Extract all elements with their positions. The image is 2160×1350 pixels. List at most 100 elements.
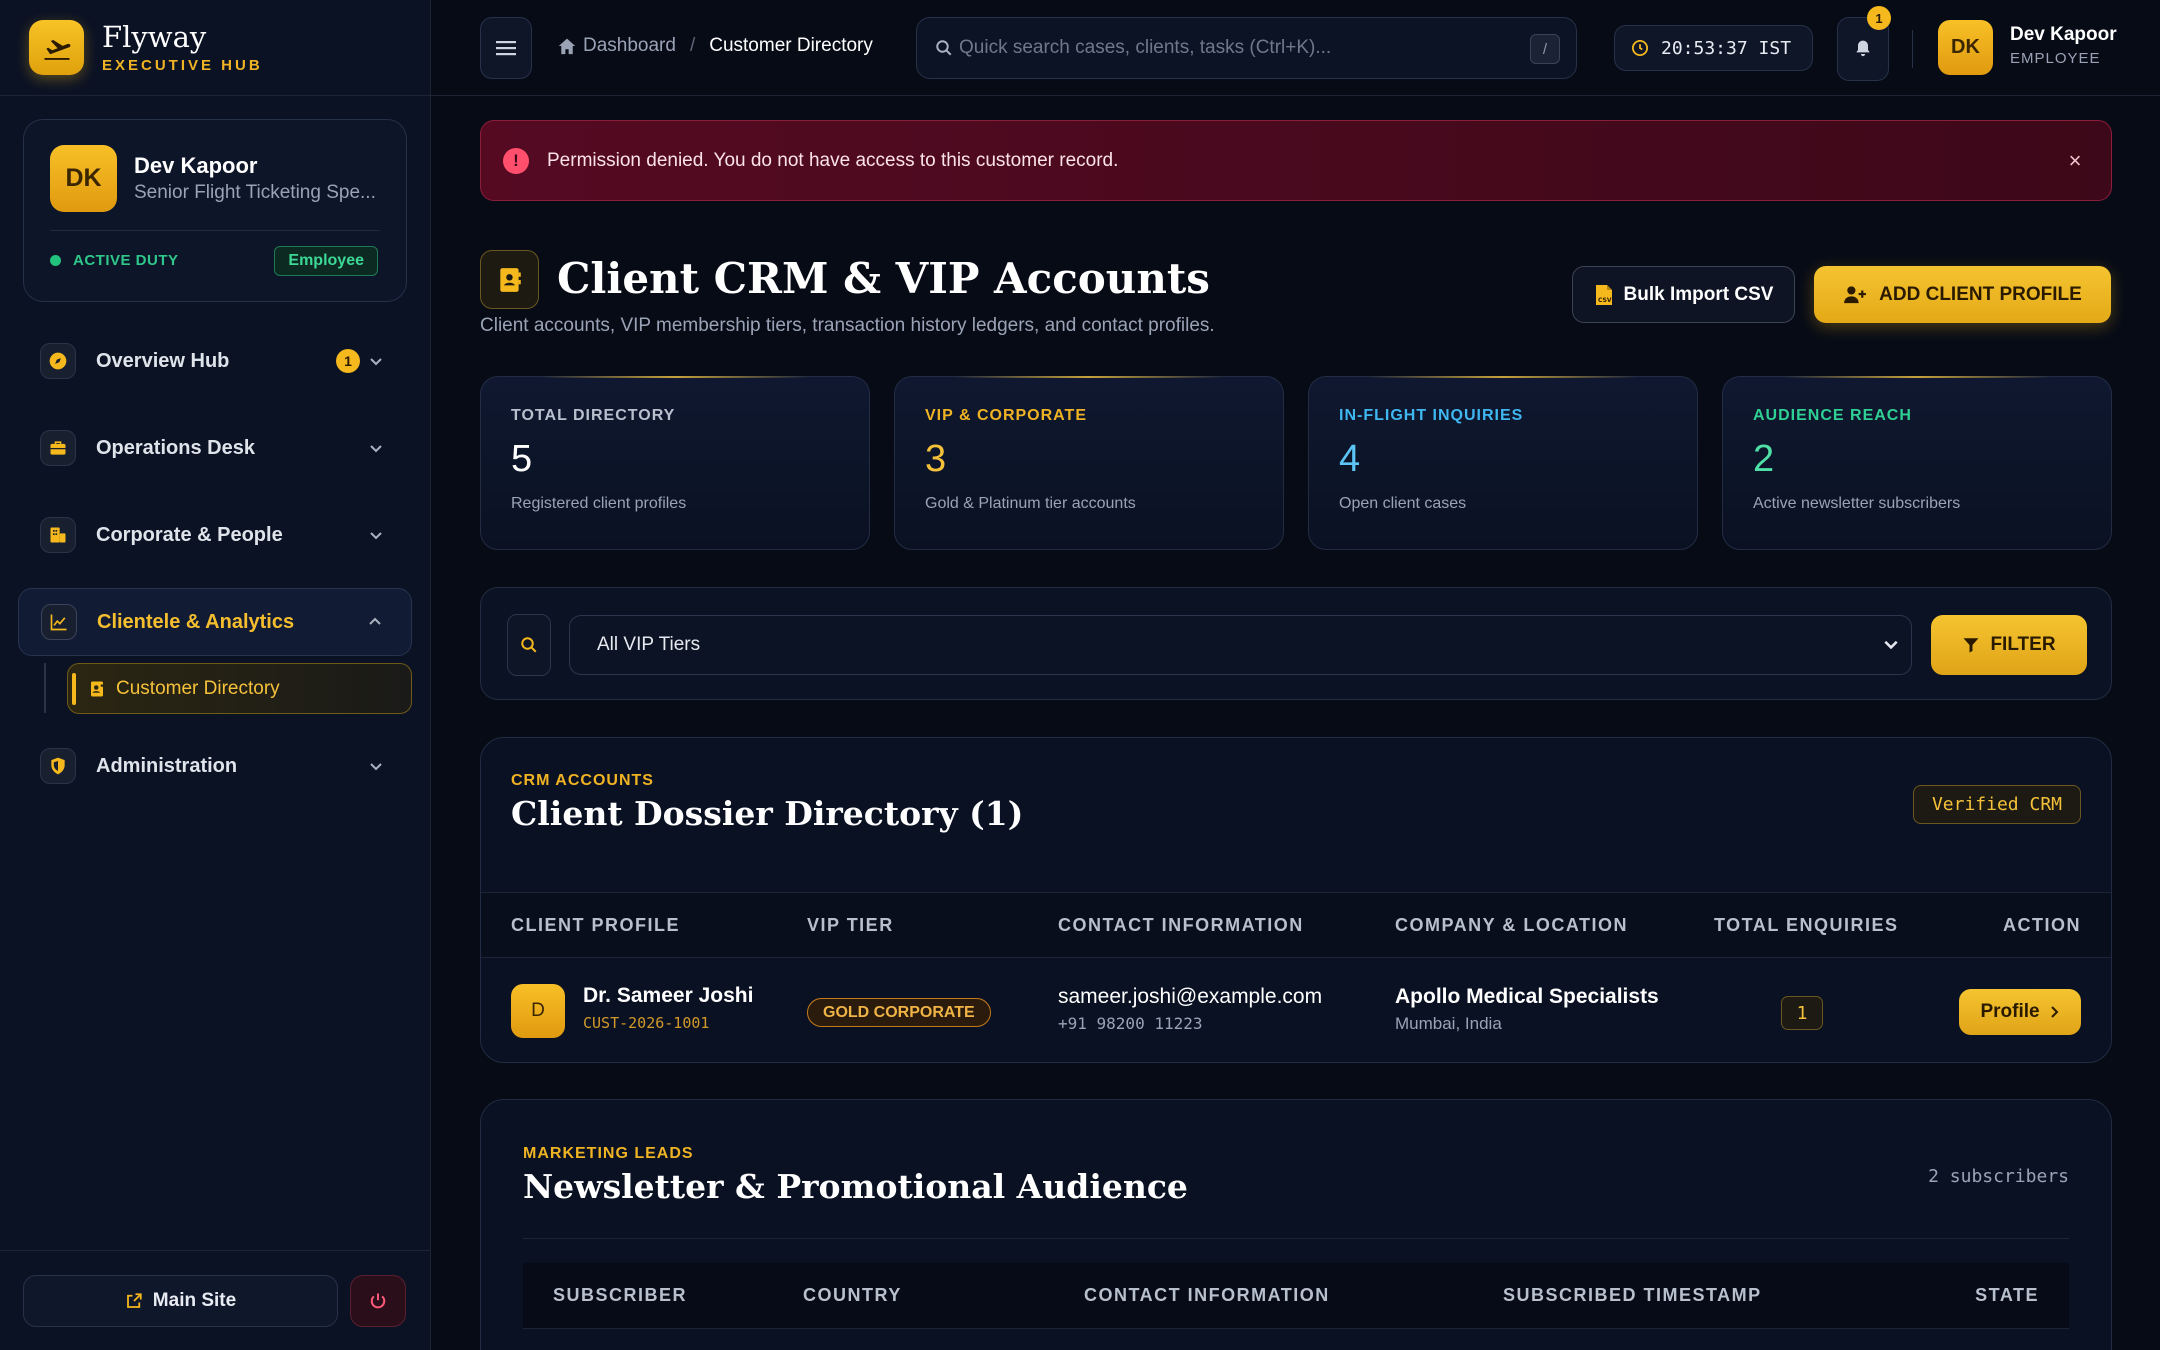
- page-title: Client CRM & VIP Accounts: [557, 254, 1210, 303]
- nav-item-operations-desk[interactable]: Operations Desk: [18, 414, 412, 482]
- filter-button[interactable]: FILTER: [1931, 615, 2087, 675]
- verified-crm-badge: Verified CRM: [1912, 785, 2081, 824]
- csv-file-icon: CSV: [1594, 284, 1614, 306]
- brand[interactable]: Flyway EXECUTIVE HUB: [0, 0, 430, 96]
- divider: [523, 1238, 2069, 1239]
- table-header: CLIENT PROFILE VIP TIER CONTACT INFORMAT…: [481, 892, 2111, 958]
- alert-circle-icon: !: [503, 147, 529, 174]
- alert-message: Permission denied. You do not have acces…: [547, 149, 1119, 171]
- bulk-import-label: Bulk Import CSV: [1623, 283, 1774, 305]
- client-name: Dr. Sameer Joshi: [583, 984, 754, 1007]
- search-icon: [935, 39, 953, 57]
- chevron-down-icon: [364, 754, 388, 778]
- client-company: Apollo Medical Specialists: [1395, 985, 1659, 1008]
- sidebar-item-customer-directory[interactable]: Customer Directory: [67, 663, 412, 714]
- stat-label: TOTAL DIRECTORY: [511, 407, 676, 424]
- shield-icon: [40, 748, 76, 784]
- divider: [50, 230, 380, 231]
- client-email: sameer.joshi@example.com: [1058, 985, 1323, 1008]
- nav-badge: 1: [336, 349, 360, 373]
- nav-item-administration[interactable]: Administration: [18, 732, 412, 800]
- client-location: Mumbai, India: [1395, 1014, 1502, 1033]
- stat-description: Open client cases: [1339, 495, 1467, 512]
- building-icon: [40, 517, 76, 553]
- column-header: CLIENT PROFILE: [511, 915, 680, 935]
- column-header: SUBSCRIBER: [553, 1285, 688, 1305]
- briefcase-icon: [40, 430, 76, 466]
- compass-icon: [40, 343, 76, 379]
- vip-tier-badge: GOLD CORPORATE: [807, 998, 991, 1027]
- breadcrumb: Dashboard / Customer Directory: [557, 35, 873, 57]
- view-profile-button[interactable]: Profile: [1959, 989, 2081, 1035]
- table-header: SUBSCRIBER COUNTRY CONTACT INFORMATION S…: [523, 1263, 2069, 1329]
- nav-item-clientele-analytics[interactable]: Clientele & Analytics: [18, 588, 412, 656]
- stat-label: IN-FLIGHT INQUIRIES: [1339, 407, 1524, 424]
- column-header: CONTACT INFORMATION: [1084, 1285, 1330, 1305]
- nav-item-label: Corporate & People: [96, 523, 283, 546]
- chevron-down-icon: [1883, 636, 1899, 658]
- column-header: SUBSCRIBED TIMESTAMP: [1503, 1285, 1762, 1305]
- enquiry-count-badge: 1: [1781, 996, 1823, 1030]
- column-header: VIP TIER: [807, 915, 894, 935]
- user-avatar[interactable]: DK: [1938, 20, 1993, 75]
- sidebar: Flyway EXECUTIVE HUB DK Dev Kapoor Senio…: [0, 0, 431, 1350]
- status-dot-icon: [50, 255, 61, 266]
- logout-button[interactable]: [350, 1275, 406, 1327]
- external-link-icon: [125, 1292, 143, 1310]
- hamburger-icon: [496, 40, 516, 56]
- brand-subtitle: EXECUTIVE HUB: [102, 57, 263, 74]
- nav-item-overview-hub[interactable]: Overview Hub 1: [18, 327, 412, 395]
- profile-card: DK Dev Kapoor Senior Flight Ticketing Sp…: [23, 119, 407, 302]
- add-client-profile-button[interactable]: ADD CLIENT PROFILE: [1814, 266, 2111, 323]
- duty-status: ACTIVE DUTY: [50, 252, 179, 269]
- filter-search-button[interactable]: [507, 614, 551, 676]
- main-site-button[interactable]: Main Site: [23, 1275, 338, 1327]
- client-directory-card: CRM ACCOUNTS Client Dossier Directory (1…: [480, 737, 2112, 1063]
- search-icon: [520, 636, 538, 654]
- filter-button-label: FILTER: [1990, 634, 2056, 655]
- top-header: Dashboard / Customer Directory Quick sea…: [431, 0, 2160, 96]
- stat-value: 3: [925, 438, 947, 480]
- avatar: DK: [50, 145, 117, 212]
- submenu-guide-line: [44, 663, 46, 713]
- stat-value: 2: [1753, 438, 1775, 480]
- nav-item-label: Clientele & Analytics: [97, 610, 295, 633]
- client-phone: +91 98200 11223: [1058, 1014, 1203, 1033]
- breadcrumb-separator: /: [689, 35, 696, 56]
- stat-description: Active newsletter subscribers: [1753, 495, 1961, 512]
- role-badge: Employee: [274, 246, 378, 276]
- vip-tier-select[interactable]: All VIP Tiers: [569, 615, 1912, 675]
- nav-item-label: Administration: [96, 754, 238, 777]
- chevron-down-icon: [364, 349, 388, 373]
- chevron-down-icon: [364, 523, 388, 547]
- chevron-right-icon: [2050, 1005, 2060, 1019]
- global-search-input[interactable]: Quick search cases, clients, tasks (Ctrl…: [916, 17, 1577, 79]
- nav-item-label: Overview Hub: [96, 349, 230, 372]
- stat-card-vip-corporate: VIP & CORPORATE 3 Gold & Platinum tier a…: [894, 376, 1284, 550]
- bulk-import-csv-button[interactable]: CSV Bulk Import CSV: [1572, 266, 1795, 323]
- contact-book-icon: [480, 250, 539, 309]
- profile-role: Senior Flight Ticketing Spe...: [134, 182, 376, 203]
- card-eyebrow: MARKETING LEADS: [523, 1145, 694, 1162]
- close-icon[interactable]: ×: [2063, 148, 2087, 173]
- plane-logo-icon: [29, 20, 84, 75]
- stat-description: Registered client profiles: [511, 495, 687, 512]
- profile-button-label: Profile: [1980, 1001, 2040, 1022]
- column-header: COUNTRY: [803, 1285, 902, 1305]
- stat-card-audience-reach: AUDIENCE REACH 2 Active newsletter subsc…: [1722, 376, 2112, 550]
- add-client-label: ADD CLIENT PROFILE: [1879, 283, 2082, 305]
- vip-tier-select-value: All VIP Tiers: [597, 634, 701, 655]
- stat-card-inflight-inquiries: IN-FLIGHT INQUIRIES 4 Open client cases: [1308, 376, 1698, 550]
- breadcrumb-dashboard-link[interactable]: Dashboard: [583, 35, 676, 57]
- stat-value: 4: [1339, 438, 1361, 480]
- menu-toggle-button[interactable]: [480, 17, 532, 79]
- clock-time: 20:53:37 IST: [1661, 37, 1792, 59]
- user-role: EMPLOYEE: [2010, 50, 2101, 67]
- svg-text:CSV: CSV: [1598, 297, 1612, 304]
- stat-value: 5: [511, 438, 533, 480]
- column-header: STATE: [1975, 1285, 2039, 1305]
- column-header: COMPANY & LOCATION: [1395, 915, 1628, 935]
- nav-item-corporate-people[interactable]: Corporate & People: [18, 501, 412, 569]
- stat-label: VIP & CORPORATE: [925, 407, 1087, 424]
- chevron-down-icon: [364, 436, 388, 460]
